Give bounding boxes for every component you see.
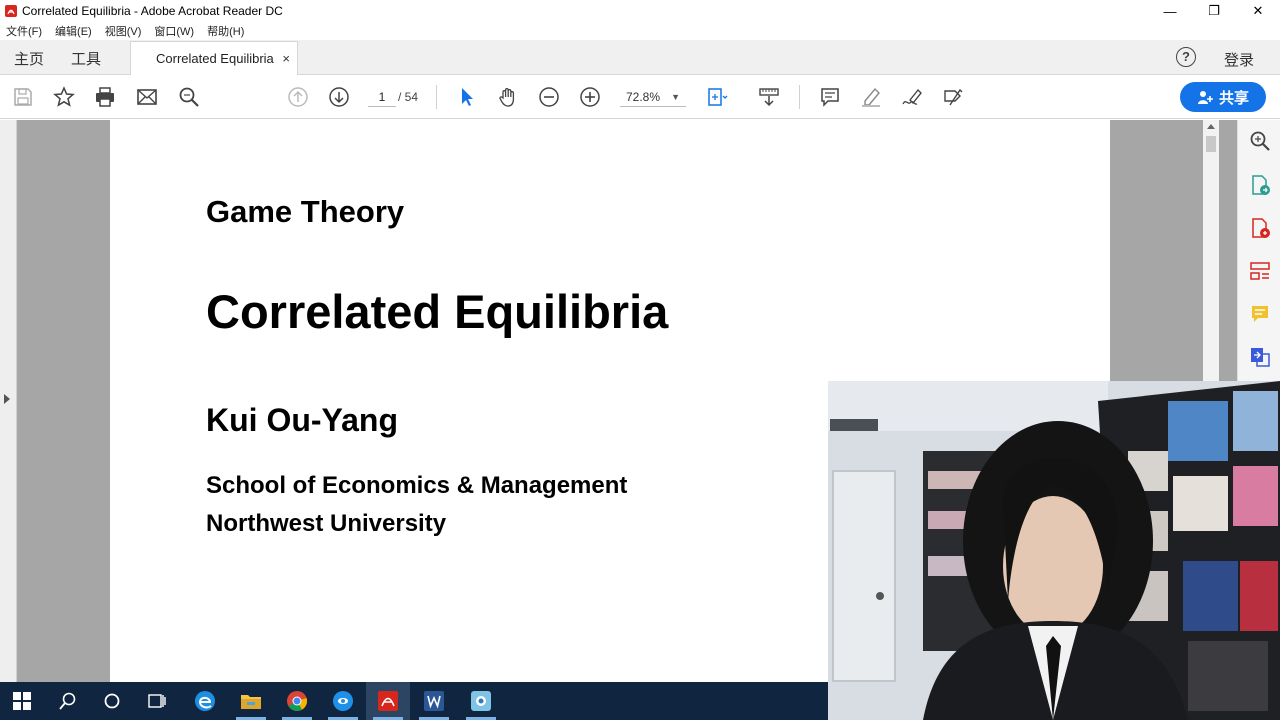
restore-button[interactable]: ❐	[1192, 0, 1236, 22]
document-title: Correlated Equilibria	[206, 285, 669, 338]
page-fit-icon[interactable]	[706, 86, 728, 108]
acrobat-app-icon	[5, 5, 17, 17]
login-link[interactable]: 登录	[1224, 49, 1254, 70]
share-button[interactable]: 共享	[1180, 82, 1266, 112]
send-for-review-icon[interactable]	[1249, 346, 1271, 368]
add-person-icon	[1197, 91, 1213, 104]
word-icon[interactable]	[420, 687, 448, 715]
media-app-icon[interactable]	[467, 687, 495, 715]
scrollbar-thumb[interactable]	[1206, 136, 1216, 152]
presenter-video-frame	[828, 381, 1280, 720]
university-name: Northwest University	[206, 510, 447, 537]
menu-help[interactable]: 帮助(H)	[207, 23, 244, 39]
comment-icon[interactable]	[819, 86, 841, 108]
acrobat-reader-taskbar-icon[interactable]	[374, 687, 402, 715]
print-icon[interactable]	[94, 86, 116, 108]
zoom-in-icon[interactable]	[579, 86, 601, 108]
export-pdf-icon[interactable]	[1249, 174, 1271, 196]
help-icon[interactable]: ?	[1176, 47, 1196, 67]
close-tab-icon[interactable]: ×	[282, 51, 290, 66]
chrome-browser-icon[interactable]	[283, 687, 311, 715]
course-title: Game Theory	[206, 194, 405, 229]
minimize-button[interactable]: —	[1148, 0, 1192, 22]
school-name: School of Economics & Management	[206, 472, 628, 499]
windows-taskbar	[0, 682, 828, 720]
toolbar: 1 / 54 72.8% ▼ 共享	[0, 75, 1280, 119]
close-window-button[interactable]: ✕	[1236, 0, 1280, 22]
zoom-level-select[interactable]: 72.8% ▼	[620, 87, 686, 107]
select-cursor-icon[interactable]	[456, 86, 478, 108]
bookmark-star-icon[interactable]	[53, 86, 75, 108]
expand-arrow-icon	[4, 394, 10, 404]
file-explorer-icon[interactable]	[237, 687, 265, 715]
tab-row: 主页 工具 Correlated Equilibria × ? 登录	[0, 40, 1280, 75]
page-number-input[interactable]: 1	[368, 87, 396, 107]
menu-window[interactable]: 窗口(W)	[154, 23, 194, 39]
window-title: Correlated Equilibria - Adobe Acrobat Re…	[22, 4, 283, 18]
next-page-icon[interactable]	[328, 86, 350, 108]
hand-tool-icon[interactable]	[497, 86, 519, 108]
scroll-mode-icon[interactable]	[758, 86, 780, 108]
scroll-up-arrow-icon[interactable]	[1207, 124, 1215, 129]
windows-start-icon[interactable]	[8, 687, 36, 715]
organize-pages-icon[interactable]	[1249, 260, 1271, 282]
highlight-pen-icon[interactable]	[860, 86, 882, 108]
create-pdf-icon[interactable]	[1249, 217, 1271, 239]
left-navigation-pane-toggle[interactable]	[0, 120, 17, 682]
zoom-out-icon[interactable]	[538, 86, 560, 108]
comment-tool-icon[interactable]	[1249, 303, 1271, 325]
search-icon[interactable]	[178, 86, 200, 108]
cortana-icon[interactable]	[98, 687, 126, 715]
zoom-search-icon[interactable]	[1249, 130, 1271, 152]
zoom-level-value: 72.8%	[626, 90, 661, 104]
webcam-video	[828, 381, 1280, 720]
task-view-icon[interactable]	[143, 687, 171, 715]
previous-page-icon[interactable]	[287, 86, 309, 108]
toolbar-divider	[436, 85, 437, 109]
share-button-label: 共享	[1218, 89, 1249, 107]
edge-browser-icon[interactable]	[191, 687, 219, 715]
tab-tools[interactable]: 工具	[71, 48, 101, 69]
page-total: / 54	[398, 90, 419, 104]
title-bar: Correlated Equilibria - Adobe Acrobat Re…	[0, 0, 1280, 22]
menu-edit[interactable]: 编辑(E)	[55, 23, 92, 39]
sign-icon[interactable]	[901, 86, 923, 108]
document-tab-label: Correlated Equilibria	[156, 51, 274, 66]
menu-view[interactable]: 视图(V)	[105, 23, 142, 39]
tab-document[interactable]: Correlated Equilibria ×	[130, 41, 298, 75]
video-recorder-icon[interactable]	[329, 687, 357, 715]
menu-bar: 文件(F) 编辑(E) 视图(V) 窗口(W) 帮助(H)	[0, 22, 1280, 40]
toolbar-divider	[799, 85, 800, 109]
email-icon[interactable]	[136, 86, 158, 108]
chevron-down-icon: ▼	[671, 92, 680, 102]
menu-file[interactable]: 文件(F)	[6, 23, 42, 39]
taskbar-search-icon[interactable]	[54, 687, 82, 715]
fill-sign-icon[interactable]	[942, 86, 964, 108]
author-name: Kui Ou-Yang	[206, 402, 398, 438]
save-icon[interactable]	[12, 86, 34, 108]
tab-home[interactable]: 主页	[14, 48, 44, 69]
